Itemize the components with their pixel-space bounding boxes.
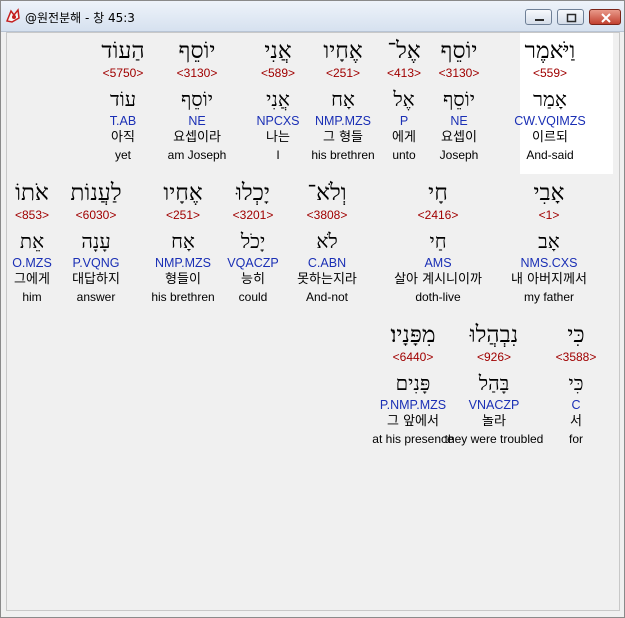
korean-gloss: 그에게: [14, 272, 50, 287]
english-gloss: my father: [523, 290, 574, 304]
lemma-word: אֵת: [19, 229, 45, 253]
minimize-button[interactable]: [525, 9, 552, 25]
lemma-word: פָּנִים: [395, 371, 431, 395]
english-gloss: at his presence: [372, 432, 454, 446]
app-logo-icon: [5, 8, 21, 24]
window-title: @원전분해 - 창 45:3: [25, 11, 135, 25]
strong-number: <853>: [14, 208, 50, 222]
lemma-word: עוֹד: [109, 87, 137, 111]
word-column[interactable]: הַעוֹד <5750> עוֹד T.AB 아직 yet: [63, 37, 183, 163]
app-window: @원전분해 - 창 45:3 וַיֹּאמֶר <559> אָמַר CW.VQI…: [0, 0, 625, 618]
hebrew-word: חָי: [428, 180, 448, 206]
hebrew-word: מִפָּנָיו׃: [390, 322, 436, 348]
korean-gloss: 내 아버지께서: [511, 272, 587, 287]
hebrew-word: הַעוֹד: [101, 38, 145, 64]
lemma-word: חַי: [429, 229, 447, 253]
morph-code: P.NMP.MZS: [379, 398, 447, 412]
english-gloss: doth-live: [415, 290, 461, 304]
title-bar[interactable]: @원전분해 - 창 45:3: [1, 1, 624, 32]
word-column[interactable]: מִפָּנָיו׃ <6440> פָּנִים P.NMP.MZS 그 앞에서 at …: [353, 321, 473, 447]
word-column[interactable]: אָבִי <1> אָב NMS.CXS 내 아버지께서 my father: [489, 179, 609, 305]
morph-code: AMS: [424, 256, 452, 270]
strong-number: <6440>: [392, 350, 434, 364]
english-gloss: yet: [114, 148, 131, 162]
morph-code: O.MZS: [12, 256, 52, 270]
verse-analysis-panel: וַיֹּאמֶר <559> אָמַר CW.VQIMZS 이르되 And-said י…: [6, 32, 620, 611]
hebrew-word: אָבִי: [533, 180, 565, 206]
close-button[interactable]: [589, 9, 621, 25]
english-gloss: him: [22, 290, 42, 304]
maximize-button[interactable]: [557, 9, 584, 25]
word-column[interactable]: חָי <2416> חַי AMS 살아 계시니이까 doth-live: [378, 179, 498, 305]
korean-gloss: 그 앞에서: [387, 414, 439, 429]
korean-gloss: 아직: [111, 130, 135, 145]
strong-number: <2416>: [417, 208, 459, 222]
lemma-word: אָב: [538, 229, 560, 253]
korean-gloss: 살아 계시니이까: [394, 272, 482, 287]
word-column[interactable]: אֹתוֹ <853> אֵת O.MZS 그에게 him: [0, 179, 92, 305]
morph-code: T.AB: [109, 114, 137, 128]
strong-number: <5750>: [102, 66, 144, 80]
hebrew-word: אֹתוֹ: [15, 180, 49, 206]
strong-number: <1>: [538, 208, 560, 222]
morph-code: NMS.CXS: [520, 256, 578, 270]
